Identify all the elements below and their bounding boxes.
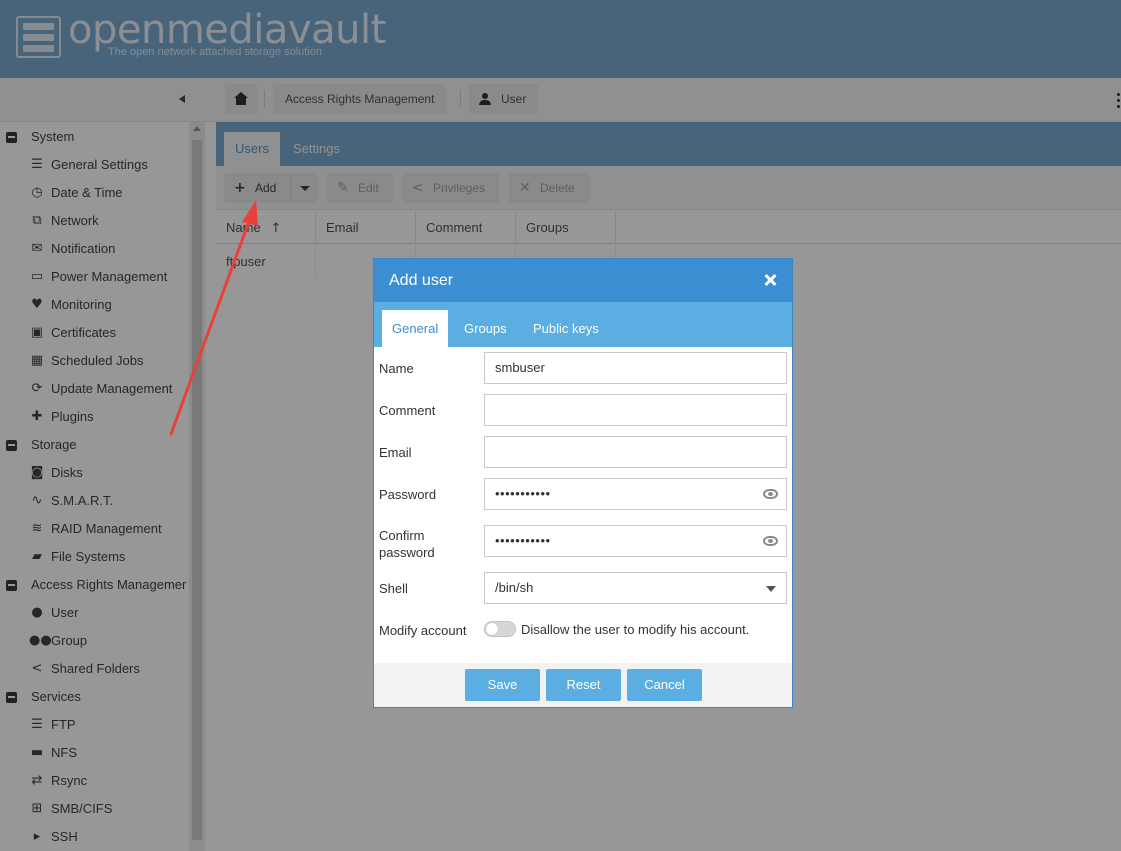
- dialog-title: Add user: [389, 272, 454, 289]
- confirm-password-value: •••••••••••: [495, 533, 551, 548]
- confirm-password-label: Confirm password: [379, 527, 435, 561]
- add-user-dialog: Add user General Groups Public keys Name…: [373, 258, 793, 708]
- modify-account-toggle[interactable]: [484, 621, 516, 637]
- modify-account-description: Disallow the user to modify his account.: [521, 622, 750, 637]
- cancel-button[interactable]: Cancel: [627, 669, 702, 701]
- password-field[interactable]: •••••••••••: [484, 478, 787, 510]
- shell-value: /bin/sh: [495, 580, 534, 595]
- password-value: •••••••••••: [495, 486, 551, 501]
- password-label: Password: [379, 487, 437, 502]
- name-field[interactable]: smbuser: [484, 352, 787, 384]
- tab-public-keys[interactable]: Public keys: [523, 310, 609, 347]
- reset-button[interactable]: Reset: [546, 669, 621, 701]
- comment-label: Comment: [379, 403, 436, 418]
- tab-groups[interactable]: Groups: [454, 310, 517, 347]
- dialog-tabs: General Groups Public keys: [374, 302, 792, 347]
- email-field[interactable]: [484, 436, 787, 468]
- close-icon[interactable]: [762, 272, 778, 288]
- name-label: Name: [379, 361, 414, 376]
- chevron-down-icon: [766, 586, 776, 592]
- modify-account-label: Modify account: [379, 623, 467, 638]
- comment-field[interactable]: [484, 394, 787, 426]
- save-button[interactable]: Save: [465, 669, 540, 701]
- name-value: smbuser: [495, 360, 545, 375]
- confirm-label-line2: password: [379, 545, 435, 560]
- dialog-header: Add user: [374, 259, 792, 302]
- email-label: Email: [379, 445, 412, 460]
- tab-general[interactable]: General: [382, 310, 449, 347]
- confirm-password-field[interactable]: •••••••••••: [484, 525, 787, 557]
- confirm-label-line1: Confirm: [379, 528, 425, 543]
- eye-icon[interactable]: [763, 489, 778, 499]
- dialog-footer: Save Reset Cancel: [374, 663, 792, 707]
- shell-select[interactable]: /bin/sh: [484, 572, 787, 604]
- eye-icon[interactable]: [763, 536, 778, 546]
- shell-label: Shell: [379, 581, 408, 596]
